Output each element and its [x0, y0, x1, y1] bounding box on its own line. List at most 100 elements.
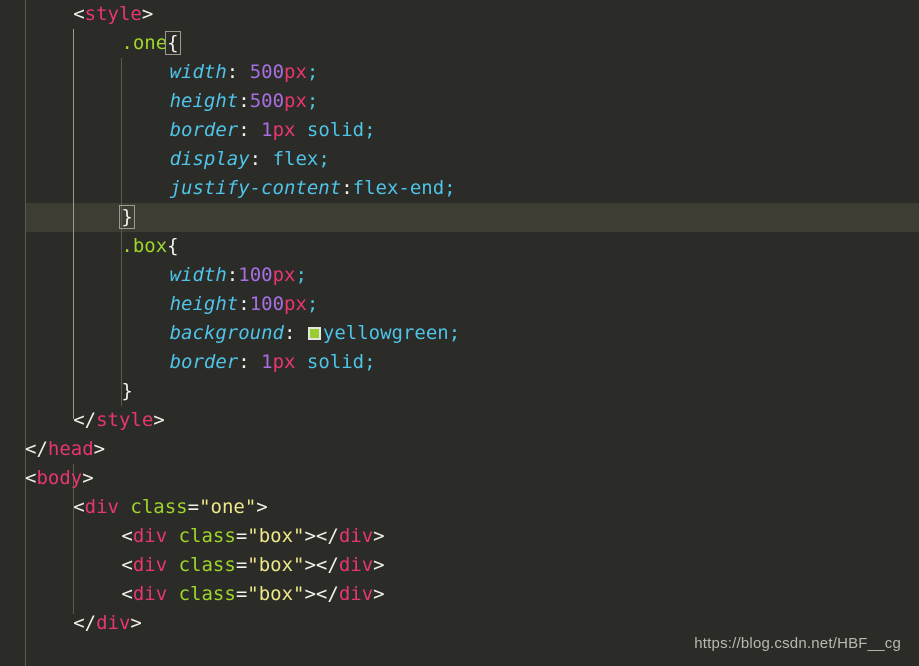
- code-token: px: [284, 61, 307, 83]
- code-token: class: [167, 583, 236, 605]
- code-token: {: [167, 235, 179, 257]
- code-token: div: [132, 554, 168, 576]
- code-token: "box": [247, 583, 305, 605]
- code-token: >: [82, 467, 94, 489]
- code-line[interactable]: .one{: [25, 29, 919, 58]
- code-token: 1: [261, 119, 273, 141]
- code-line[interactable]: </style>: [25, 406, 919, 435]
- code-token: }: [121, 380, 133, 402]
- code-token: >: [373, 583, 385, 605]
- code-token: px: [272, 119, 296, 141]
- code-token: border: [169, 119, 239, 141]
- code-token: background: [169, 322, 284, 344]
- code-line[interactable]: height:500px;: [25, 87, 919, 116]
- code-token: <: [73, 496, 85, 518]
- code-token: </: [25, 438, 48, 460]
- code-token: px: [272, 351, 296, 373]
- code-token: div: [96, 612, 131, 634]
- code-token: </: [73, 409, 97, 431]
- code-token: solid: [295, 351, 365, 373]
- code-line[interactable]: justify-content:flex-end;: [25, 174, 919, 203]
- code-line[interactable]: }: [25, 203, 919, 232]
- code-token: ;: [306, 293, 319, 315]
- code-token: ;: [364, 351, 376, 373]
- code-token: "one": [199, 496, 257, 518]
- code-line[interactable]: <div class="one">: [25, 493, 919, 522]
- code-token: height: [169, 293, 239, 315]
- color-swatch-icon[interactable]: [307, 327, 321, 340]
- code-line[interactable]: <div class="box"></div>: [25, 580, 919, 609]
- code-token: div: [132, 525, 168, 547]
- code-line[interactable]: width:100px;: [25, 261, 919, 290]
- code-token: :: [238, 293, 250, 315]
- code-token: style: [84, 3, 142, 25]
- code-token: >: [130, 612, 142, 634]
- code-token: <: [73, 3, 85, 25]
- code-line[interactable]: <div class="box"></div>: [25, 551, 919, 580]
- code-token: justify-content: [169, 177, 342, 199]
- code-token: width: [169, 264, 227, 286]
- code-line[interactable]: border: 1px solid;: [25, 348, 919, 377]
- code-token: div: [338, 525, 374, 547]
- code-token: height: [169, 90, 239, 112]
- code-token: class: [167, 525, 236, 547]
- code-token: border: [169, 351, 239, 373]
- code-line[interactable]: <div class="box"></div>: [25, 522, 919, 551]
- code-editor[interactable]: <style> .one{width: 500px; height:500px; bo…: [0, 0, 919, 666]
- code-token: class: [118, 496, 188, 518]
- code-line[interactable]: display: flex;: [25, 145, 919, 174]
- code-token: =: [187, 496, 200, 518]
- code-token: head: [47, 438, 94, 460]
- code-token: px: [284, 293, 307, 315]
- code-token: ;: [364, 119, 376, 141]
- code-line[interactable]: </head>: [25, 435, 919, 464]
- code-token: </: [315, 554, 339, 576]
- code-content[interactable]: <style> .one{width: 500px; height:500px; bo…: [0, 0, 919, 638]
- code-token: :: [283, 322, 307, 344]
- code-token: ;: [448, 322, 461, 344]
- code-line[interactable]: background: yellowgreen;: [25, 319, 919, 348]
- code-token: div: [338, 554, 374, 576]
- code-token: :: [226, 264, 239, 286]
- code-token: :: [249, 148, 273, 170]
- code-token: px: [284, 90, 307, 112]
- code-token: ;: [295, 264, 307, 286]
- code-line[interactable]: .box{: [25, 232, 919, 261]
- code-token: >: [373, 525, 385, 547]
- code-token: body: [36, 467, 83, 489]
- code-token: px: [272, 264, 296, 286]
- code-token: div: [84, 496, 119, 518]
- code-token: 100: [238, 264, 273, 286]
- code-token: >: [93, 438, 106, 460]
- code-token: "box": [247, 554, 305, 576]
- code-token: </: [315, 525, 339, 547]
- code-token: }: [119, 205, 135, 229]
- code-token: class: [167, 554, 236, 576]
- code-line[interactable]: <style>: [25, 0, 919, 29]
- code-line[interactable]: <body>: [25, 464, 919, 493]
- code-token: :: [238, 119, 262, 141]
- code-token: flex-end: [352, 177, 445, 199]
- code-token: <: [121, 554, 133, 576]
- code-token: <: [121, 525, 133, 547]
- code-token: yellowgreen: [322, 322, 449, 344]
- code-token: =: [235, 525, 248, 547]
- code-line[interactable]: border: 1px solid;: [25, 116, 919, 145]
- code-token: :: [238, 90, 250, 112]
- code-line[interactable]: }: [25, 377, 919, 406]
- code-token: :: [341, 177, 353, 199]
- code-token: 100: [249, 293, 285, 315]
- code-token: :: [238, 351, 262, 373]
- code-token: </: [315, 583, 339, 605]
- code-token: div: [338, 583, 374, 605]
- code-line[interactable]: height:100px;: [25, 290, 919, 319]
- watermark-url: https://blog.csdn.net/HBF__cg: [694, 635, 901, 652]
- code-line[interactable]: width: 500px;: [25, 58, 919, 87]
- code-token: .one: [121, 32, 168, 54]
- code-token: ;: [306, 90, 319, 112]
- code-token: <: [121, 583, 133, 605]
- code-token: <: [25, 467, 37, 489]
- code-token: ;: [318, 148, 330, 170]
- code-token: 500: [249, 90, 285, 112]
- code-token: style: [96, 409, 154, 431]
